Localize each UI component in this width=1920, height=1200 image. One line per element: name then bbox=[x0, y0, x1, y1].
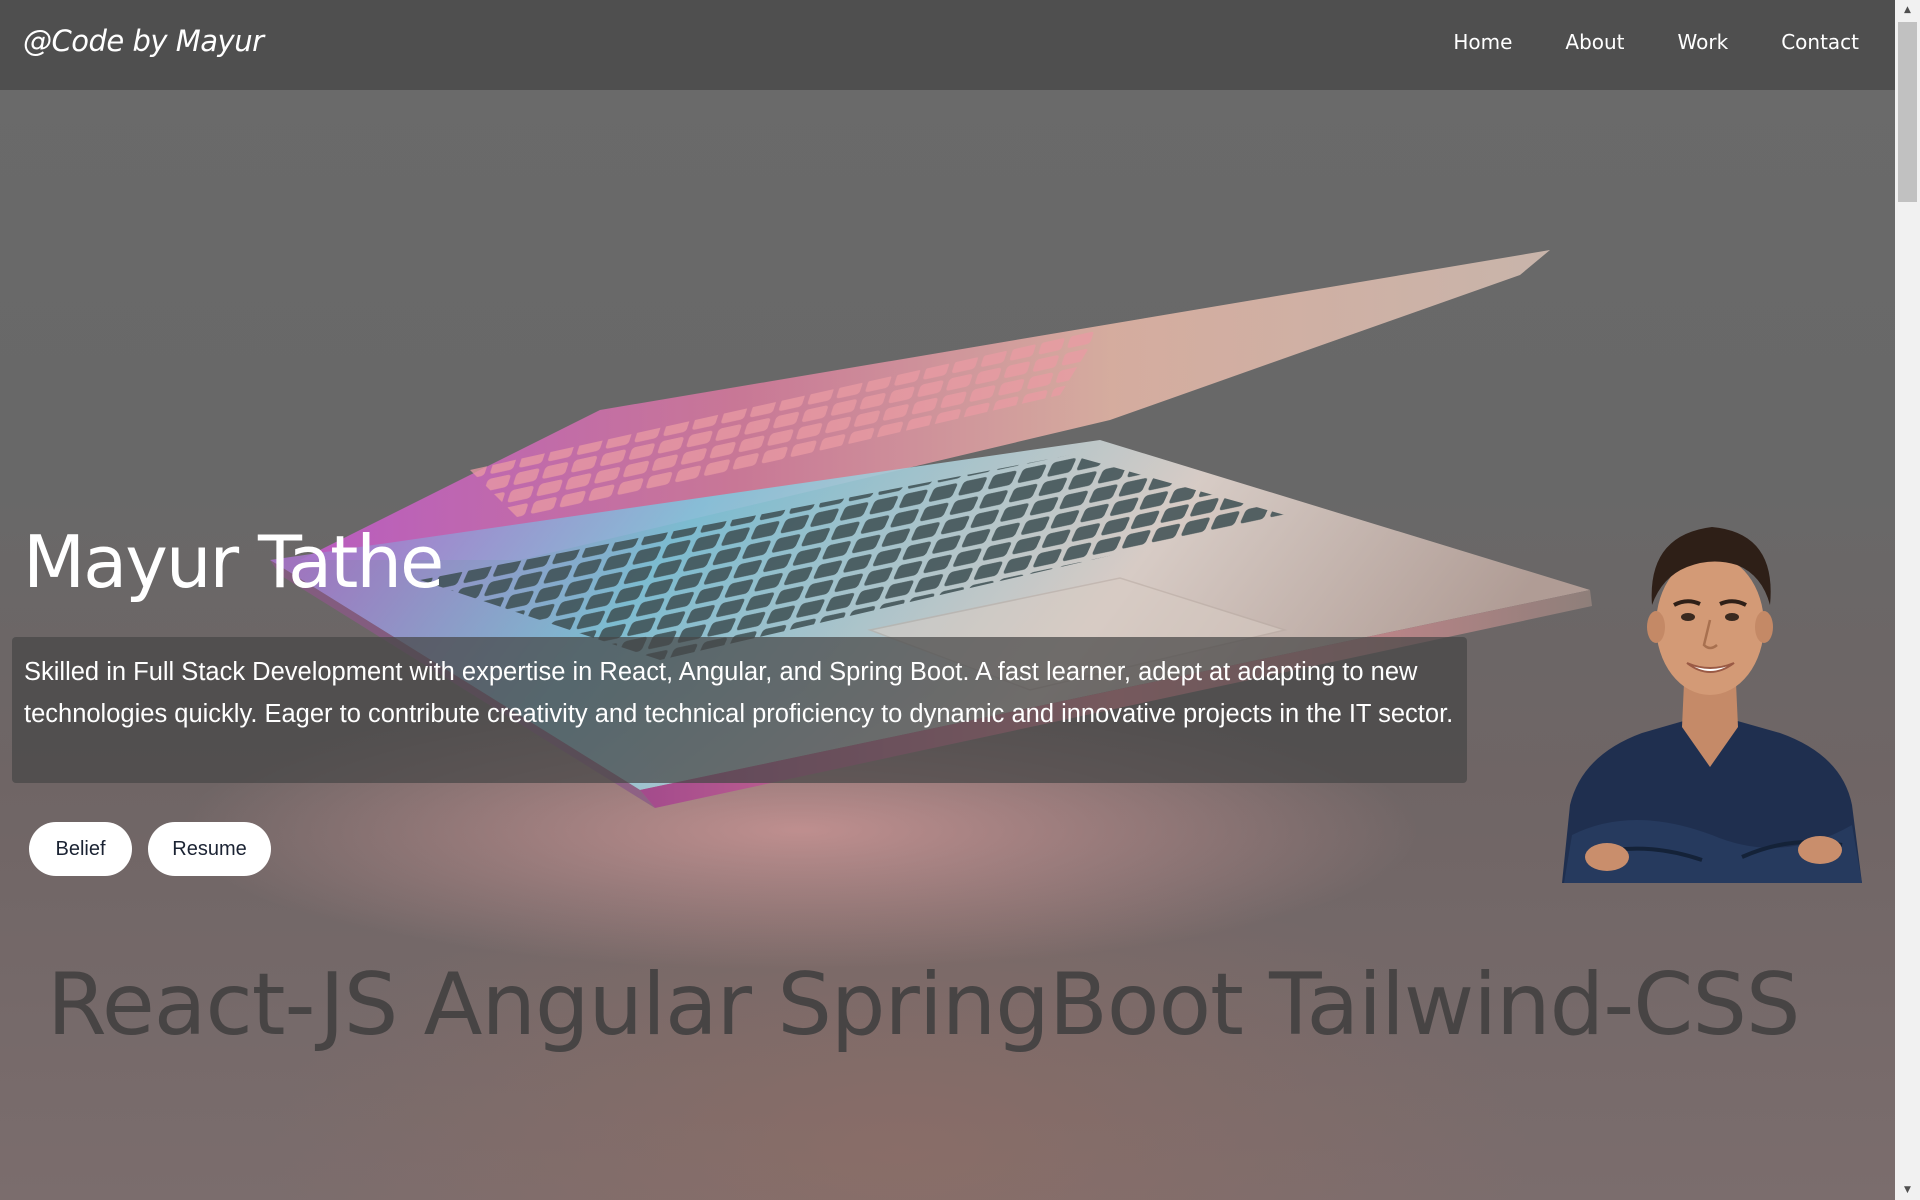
nav-link-contact[interactable]: Contact bbox=[1781, 30, 1859, 54]
skills-list-text: React-JS Angular SpringBoot Tailwind-CSS bbox=[47, 955, 1801, 1055]
scrollbar-thumb[interactable] bbox=[1898, 22, 1917, 202]
resume-button[interactable]: Resume bbox=[148, 822, 271, 876]
brand-logo-text[interactable]: @Code by Mayur bbox=[23, 24, 264, 58]
nav-links: Home About Work Contact bbox=[1400, 30, 1859, 54]
page-scrollbar[interactable]: ▲ ▼ bbox=[1895, 0, 1920, 1200]
nav-link-work[interactable]: Work bbox=[1678, 30, 1729, 54]
top-navbar: @Code by Mayur Home About Work Contact bbox=[0, 0, 1895, 90]
scroll-down-arrow-icon[interactable]: ▼ bbox=[1895, 1180, 1920, 1200]
page: @Code by Mayur Home About Work Contact M… bbox=[0, 0, 1920, 1200]
nav-link-about[interactable]: About bbox=[1565, 30, 1624, 54]
profile-portrait-image bbox=[1562, 527, 1862, 883]
nav-link-home[interactable]: Home bbox=[1453, 30, 1512, 54]
hero-description-panel: Skilled in Full Stack Development with e… bbox=[12, 637, 1467, 783]
hero-description-text: Skilled in Full Stack Development with e… bbox=[24, 658, 1454, 728]
belief-button[interactable]: Belief bbox=[29, 822, 132, 876]
hero-name-heading: Mayur Tathe bbox=[23, 520, 444, 604]
scroll-up-arrow-icon[interactable]: ▲ bbox=[1895, 0, 1920, 20]
